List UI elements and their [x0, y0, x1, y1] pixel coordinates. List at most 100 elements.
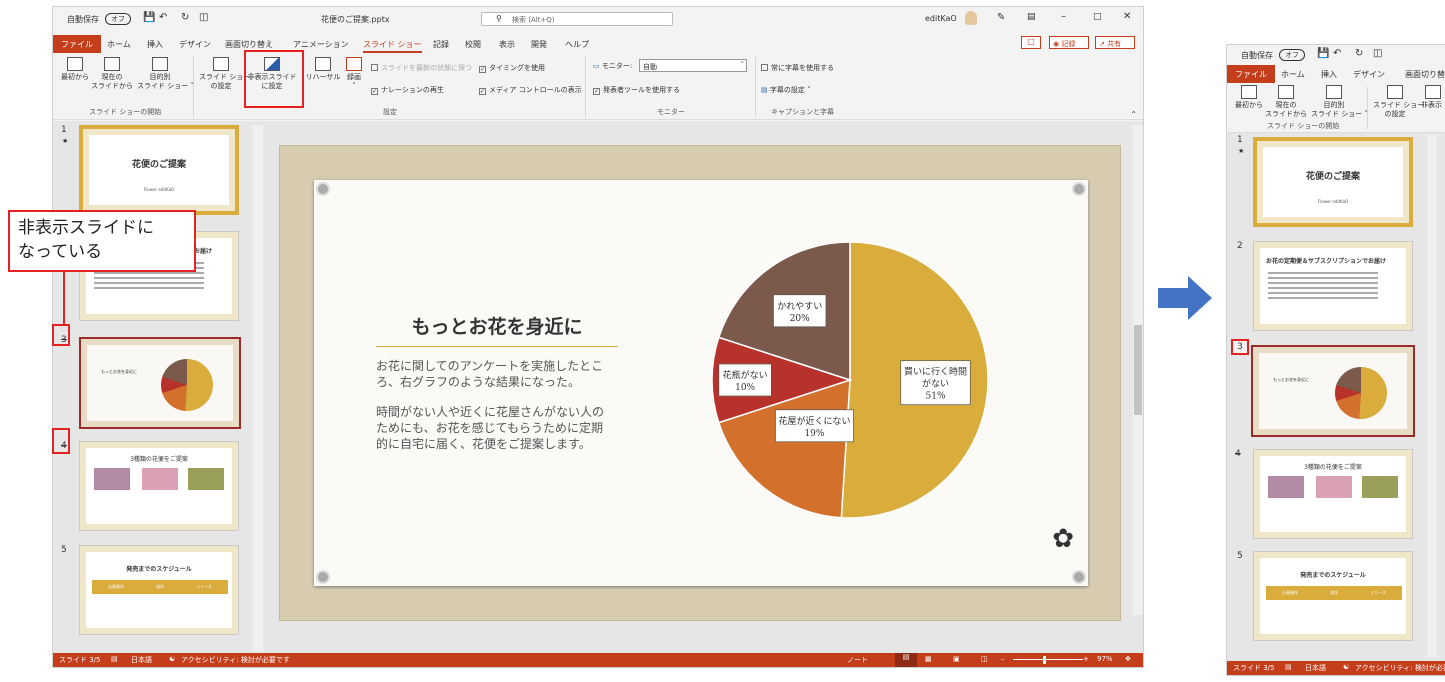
zoom-slider-thumb[interactable]: [1043, 656, 1046, 664]
pen-icon[interactable]: ✎: [997, 12, 1005, 23]
normal-view-icon[interactable]: ▤: [895, 653, 917, 667]
editor-scrollbar[interactable]: [1133, 125, 1143, 615]
slide-thumbnail-5[interactable]: 発売までのスケジュール 企画制作 試作 リリース: [79, 545, 239, 635]
from-start-button[interactable]: 最初から: [1233, 85, 1265, 110]
slide-thumbnail-5[interactable]: 発売までのスケジュール 企画制作 試作 リリース: [1253, 551, 1413, 641]
collapse-ribbon-icon[interactable]: ⌃: [1130, 110, 1137, 119]
tab-record[interactable]: 記録: [433, 39, 449, 50]
share-button[interactable]: ↗ 共有: [1095, 36, 1135, 49]
rehearse-button[interactable]: リハーサル: [305, 57, 341, 82]
thumbnail-scrollbar[interactable]: [253, 125, 263, 651]
tab-home[interactable]: ホーム: [1281, 69, 1305, 80]
tab-view[interactable]: 表示: [499, 39, 515, 50]
autosave-toggle[interactable]: オフ: [105, 13, 131, 25]
zoom-in-icon[interactable]: +: [1083, 655, 1089, 663]
tab-transitions[interactable]: 画面切り替え: [225, 39, 273, 50]
narration-checkbox[interactable]: ✓ ナレーションの再生: [371, 85, 444, 95]
zoom-slider[interactable]: [1013, 659, 1083, 660]
slide-canvas[interactable]: もっとお花を身近に お花に関してのアンケートを実施したところ、右グラフのような結…: [279, 145, 1121, 621]
monitor-select[interactable]: 自動 ˅: [639, 59, 747, 72]
reading-view-icon[interactable]: ▣: [953, 655, 960, 663]
notes-icon[interactable]: ▤: [111, 655, 118, 663]
from-current-button[interactable]: 現在の スライドから: [1265, 85, 1307, 119]
ribbon-display-icon[interactable]: ▤: [1027, 12, 1036, 22]
tab-home[interactable]: ホーム: [107, 39, 131, 50]
close-icon[interactable]: ✕: [1123, 11, 1131, 22]
record-button[interactable]: ◉ 記録: [1049, 36, 1089, 49]
autosave-toggle[interactable]: オフ: [1279, 49, 1305, 61]
maximize-icon[interactable]: □: [1093, 12, 1102, 22]
pie-data-label[interactable]: かれやすい 20%: [773, 294, 827, 328]
status-language[interactable]: 日本語: [1305, 663, 1326, 673]
tab-file[interactable]: ファイル: [1227, 65, 1275, 83]
tab-design[interactable]: デザイン: [1353, 69, 1385, 80]
slide-thumbnail-4[interactable]: 3種類の花便をご提案: [1253, 449, 1413, 539]
custom-show-button[interactable]: 目的別 スライド ショー ˅: [1311, 85, 1368, 119]
slide-thumbnail-1[interactable]: 花便のご提案 Flower editKaO: [1253, 137, 1413, 227]
fit-window-icon[interactable]: ✥: [1125, 655, 1131, 663]
tab-review[interactable]: 校閲: [465, 39, 481, 50]
search-box[interactable]: ⚲ 検索 (Alt+Q): [481, 12, 673, 26]
tab-developer[interactable]: 開発: [531, 39, 547, 50]
comments-icon[interactable]: □: [1021, 36, 1041, 49]
presenter-view-checkbox[interactable]: ✓ 発表者ツールを使用する: [593, 85, 680, 95]
use-timings-checkbox[interactable]: ✓ タイミングを使用: [479, 63, 545, 73]
notes-icon[interactable]: ▤: [1285, 663, 1292, 671]
slide-thumbnail-1[interactable]: 花便のご提案 Flower editKaO: [79, 125, 239, 215]
redo-icon[interactable]: ↻: [181, 12, 189, 23]
status-accessibility[interactable]: アクセシビリティ: 検討が必要です: [181, 655, 290, 665]
from-current-button[interactable]: 現在の スライドから: [91, 57, 133, 91]
undo-icon[interactable]: ↶: [159, 12, 167, 23]
save-icon[interactable]: 💾: [143, 12, 155, 23]
save-icon[interactable]: 💾: [1317, 48, 1329, 59]
slide-title[interactable]: もっとお花を身近に: [376, 312, 618, 339]
pie-data-label[interactable]: 買いに行く時間がない 51%: [900, 360, 971, 406]
setup-show-button[interactable]: スライド ショー の設定: [1373, 85, 1424, 119]
slide-thumbnail-3[interactable]: もっとお花を身近に: [79, 337, 241, 429]
slide-thumbnail-2[interactable]: お花の定期便＆サブスクリプションでお届け: [1253, 241, 1413, 331]
slideshow-view-icon[interactable]: ◫: [981, 655, 988, 663]
redo-icon[interactable]: ↻: [1355, 48, 1363, 59]
slide-thumbnail-4[interactable]: 3種類の花便をご提案: [79, 441, 239, 531]
custom-show-button[interactable]: 目的別 スライド ショー ˅: [137, 57, 194, 91]
from-start-button[interactable]: 最初から: [59, 57, 91, 82]
subtitle-settings-button[interactable]: ▤ 字幕の設定 ˅: [761, 85, 811, 95]
record-label: 録画: [347, 73, 361, 81]
zoom-out-icon[interactable]: –: [1001, 655, 1005, 663]
slide-thumbnail-3[interactable]: もっとお花を身近に: [1251, 345, 1415, 437]
zoom-level[interactable]: 97%: [1097, 655, 1113, 663]
presentation-icon[interactable]: ◫: [199, 12, 208, 23]
tab-transitions[interactable]: 画面切り替: [1405, 69, 1445, 80]
flower-logo-icon: ✿: [1052, 524, 1074, 554]
pie-label-text: 花瓶がない: [723, 369, 768, 381]
pie-data-label[interactable]: 花屋が近くにない 19%: [775, 409, 854, 443]
pie-chart[interactable]: 買いに行く時間がない 51% 花屋が近くにない 19% 花瓶がない 10% かれやすい 20%: [694, 230, 1004, 530]
pie-label-text: 20%: [790, 314, 810, 324]
tab-insert[interactable]: 挿入: [147, 39, 163, 50]
presentation-icon[interactable]: ◫: [1373, 48, 1382, 59]
media-controls-checkbox[interactable]: ✓ メディア コントロールの表示: [479, 85, 582, 95]
slide-sorter-icon[interactable]: ▦: [925, 655, 932, 663]
record-slideshow-button[interactable]: 録画 ˅: [341, 57, 367, 91]
undo-icon[interactable]: ↶: [1333, 48, 1341, 59]
status-accessibility[interactable]: アクセシビリティ: 検討が必要です: [1355, 663, 1445, 673]
scrollbar-thumb[interactable]: [1134, 325, 1142, 415]
tab-insert[interactable]: 挿入: [1321, 69, 1337, 80]
avatar[interactable]: [965, 11, 977, 25]
hide-slide-button[interactable]: 非表示: [1421, 85, 1445, 110]
tab-slideshow[interactable]: スライド ショー: [363, 39, 422, 53]
slide-body-para-2[interactable]: 時間がない人や近くに花屋さんがない人のためにも、お花を感じてもらうために定期的に…: [376, 404, 604, 452]
pie-data-label[interactable]: 花瓶がない 10%: [718, 363, 772, 397]
slide-body-para-1[interactable]: お花に関してのアンケートを実施したところ、右グラフのような結果になった。: [376, 358, 604, 390]
status-language[interactable]: 日本語: [131, 655, 152, 665]
setup-show-button[interactable]: スライド ショー の設定: [199, 57, 250, 91]
keep-fresh-checkbox[interactable]: スライドを最新の状態に保つ: [371, 63, 472, 73]
tab-design[interactable]: デザイン: [179, 39, 211, 50]
thumbnail-scrollbar[interactable]: [1427, 135, 1437, 657]
tab-help[interactable]: ヘルプ: [565, 39, 589, 50]
notes-button[interactable]: ノート: [847, 655, 868, 665]
tab-animations[interactable]: アニメーション: [293, 39, 349, 50]
always-subtitles-checkbox[interactable]: 常に字幕を使用する: [761, 63, 834, 73]
tab-file[interactable]: ファイル: [53, 35, 101, 53]
minimize-icon[interactable]: –: [1061, 11, 1066, 22]
